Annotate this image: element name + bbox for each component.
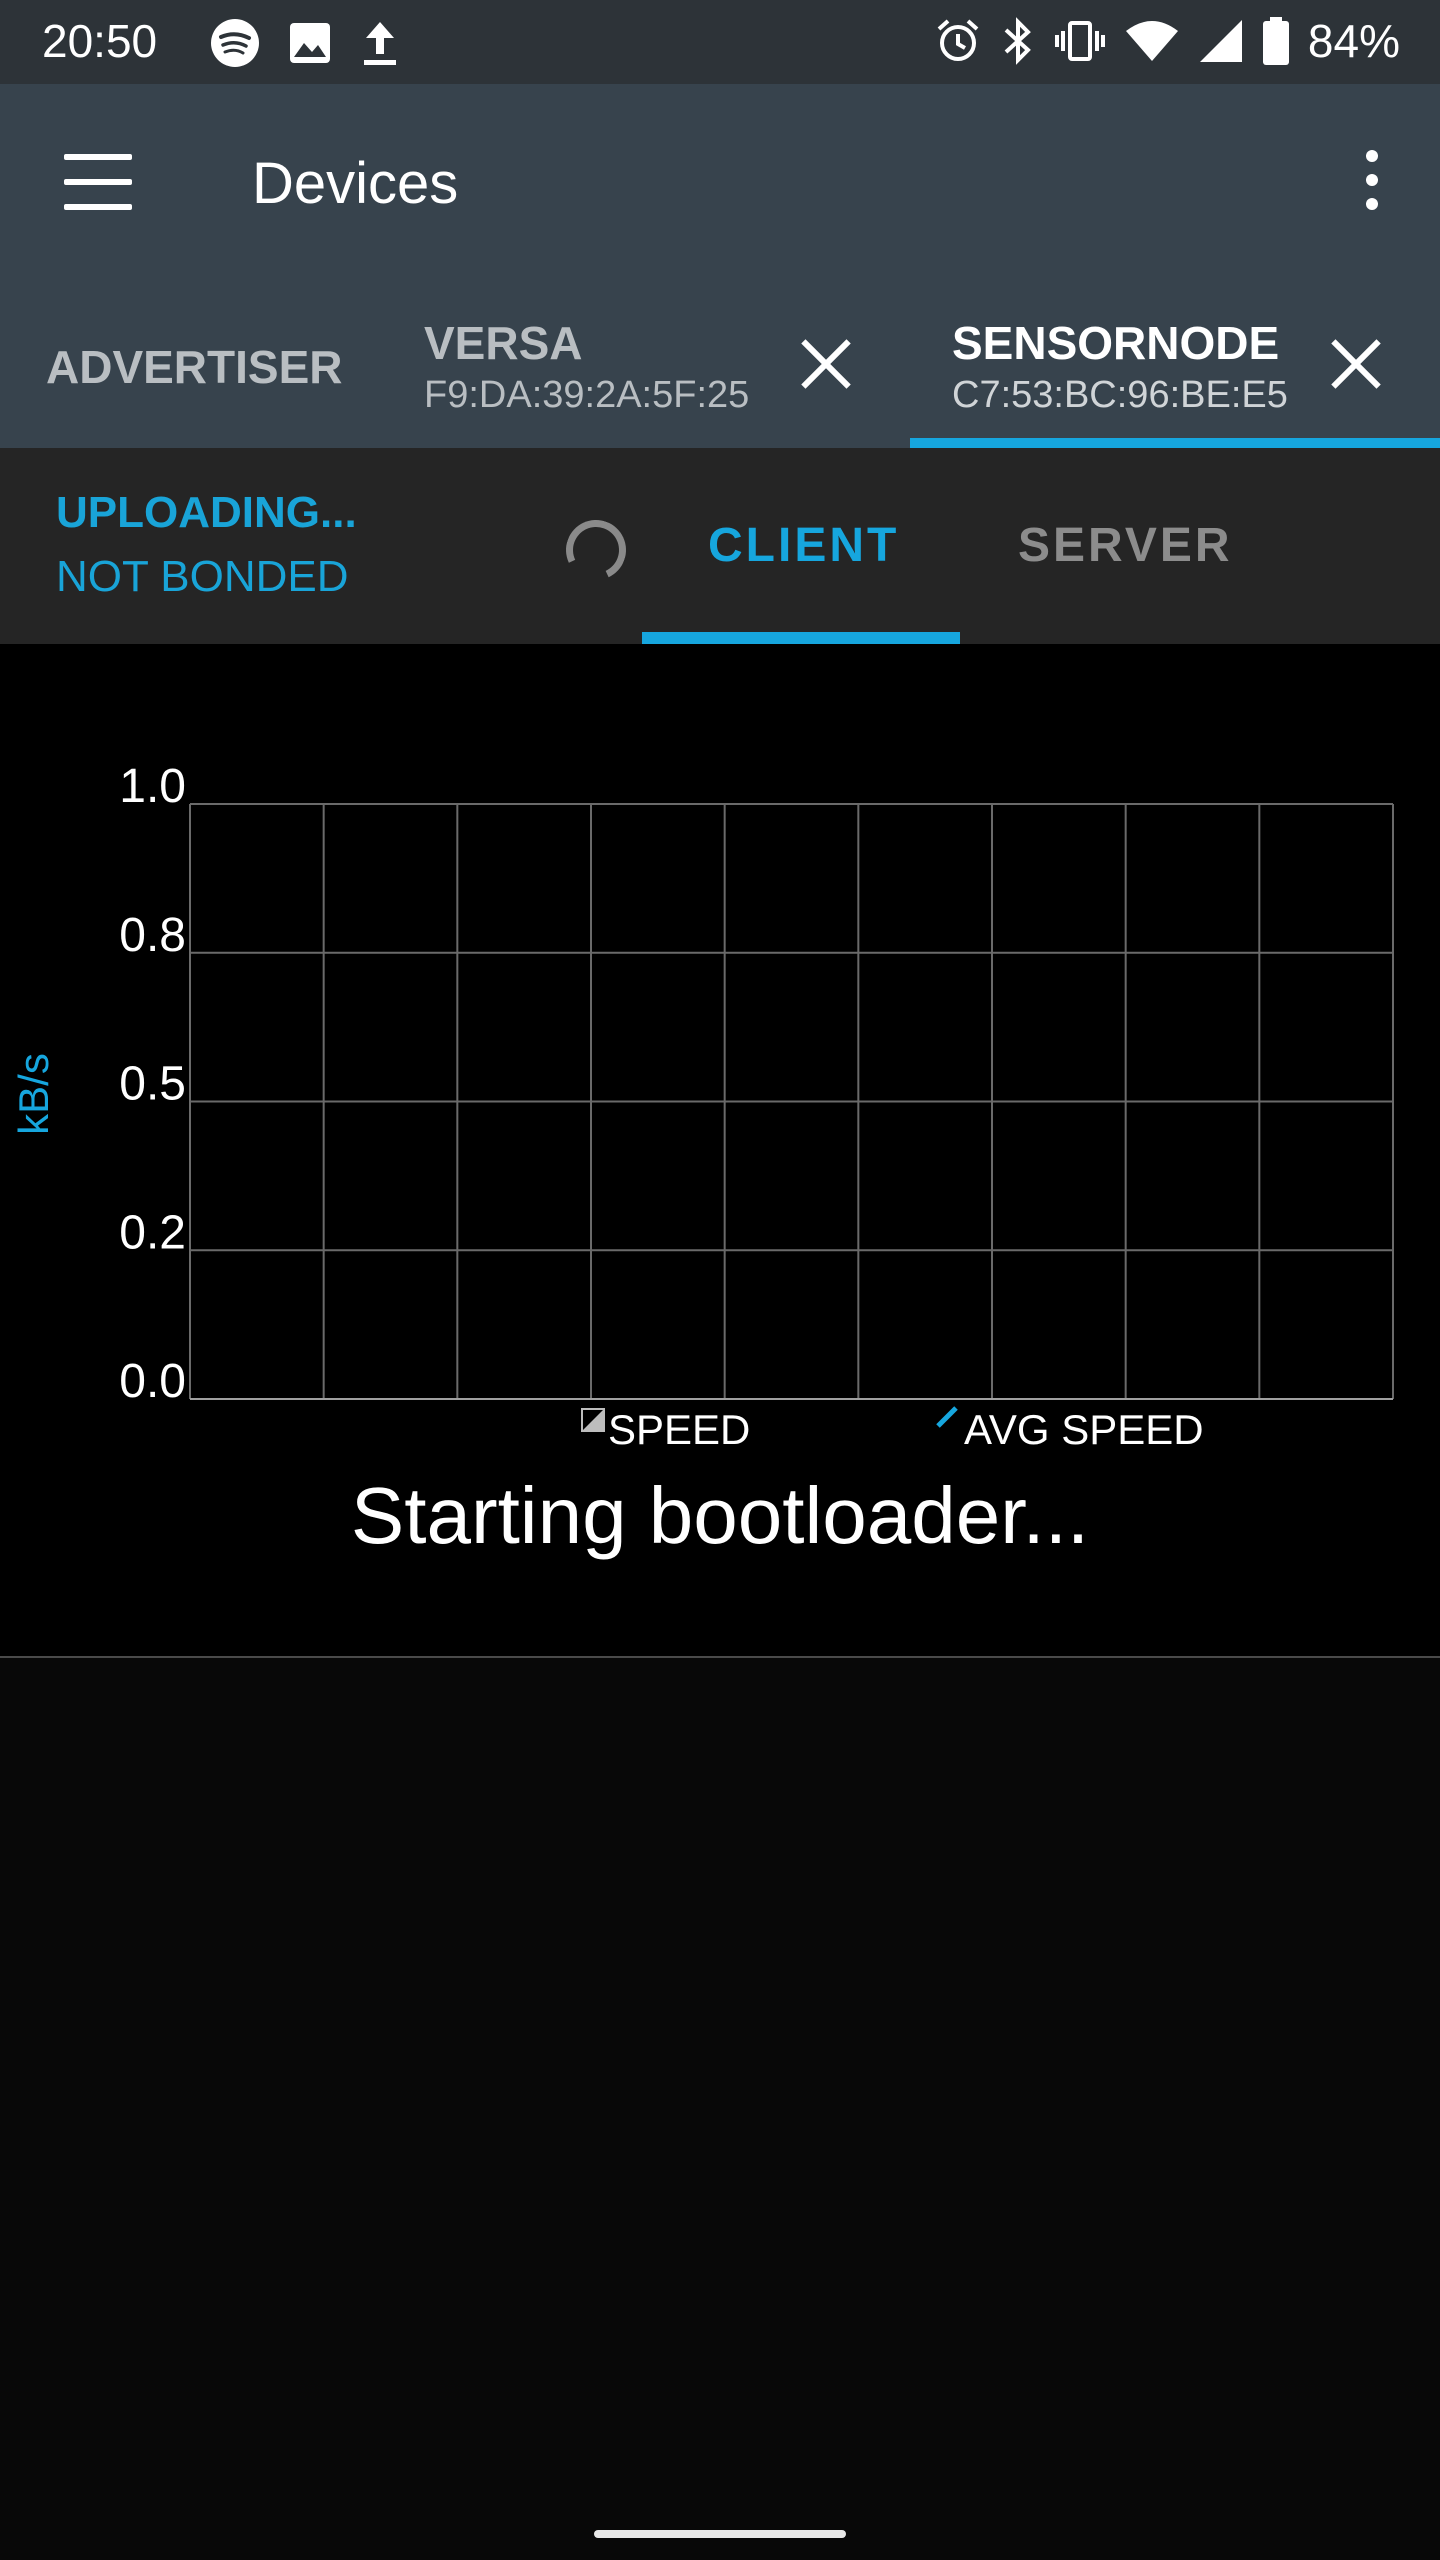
spotify-icon [211,19,259,67]
tab-sensornode-name: SENSORNODE [952,317,1280,369]
legend-speed-swatch [582,1409,604,1431]
status-time: 20:50 [42,15,158,67]
empty-area [0,1658,1440,2508]
app-toolbar: Devices [0,84,1440,280]
bond-state: NOT BONDED [56,552,349,601]
wifi-icon [1125,21,1178,61]
selected-subtab-indicator [642,632,960,644]
tab-versa-mac: F9:DA:39:2A:5F:25 [424,374,750,416]
tab-client[interactable]: CLIENT [708,518,899,573]
bluetooth-icon [1004,17,1031,65]
connection-state: UPLOADING... [56,488,357,537]
close-sensornode-icon[interactable] [1330,338,1382,390]
close-versa-icon[interactable] [800,338,852,390]
device-tab-bar: ADVERTISER VERSA F9:DA:39:2A:5F:25 SENSO… [0,280,1440,448]
menu-icon[interactable] [64,154,132,210]
gesture-nav-handle[interactable] [594,2530,846,2538]
tab-advertiser[interactable]: ADVERTISER [0,280,400,448]
y-tick-label: 0.5 [119,1058,186,1111]
y-tick-label: 0.0 [119,1355,186,1408]
tab-sensornode-mac: C7:53:BC:96:BE:E5 [952,374,1288,416]
tab-server[interactable]: SERVER [1018,518,1233,573]
battery-percent: 84% [1307,15,1400,67]
speed-chart: 0.0 0.2 0.5 0.8 1.0 kB/s SPEED AVG SPEED [10,760,1394,1453]
loading-spinner-icon [557,511,635,589]
legend-speed-label: SPEED [608,1406,750,1453]
image-icon [290,23,330,63]
alarm-icon [937,19,979,61]
upload-icon [364,22,396,65]
connection-bar: UPLOADING... NOT BONDED CLIENT SERVER [0,448,1440,644]
legend-avg-speed-label: AVG SPEED [964,1406,1204,1453]
tab-versa-name: VERSA [424,317,583,369]
more-options-icon[interactable] [1364,150,1380,210]
notification-icons [210,18,400,68]
selected-device-indicator [910,438,1440,448]
signal-icon [1199,20,1242,62]
tab-advertiser-label: ADVERTISER [46,341,343,393]
y-tick-label: 0.2 [119,1206,186,1259]
tab-sensornode[interactable]: SENSORNODE C7:53:BC:96:BE:E5 [910,280,1440,448]
vibrate-icon [1054,21,1105,61]
page-title: Devices [252,151,459,216]
y-axis-label: kB/s [10,1053,57,1135]
tab-versa[interactable]: VERSA F9:DA:39:2A:5F:25 [400,280,910,448]
y-tick-label: 1.0 [119,760,186,813]
battery-icon [1262,17,1289,65]
y-tick-label: 0.8 [119,909,186,962]
status-bar: 20:50 84% [0,0,1440,84]
system-icons: 84% [934,14,1400,68]
legend-avg-speed-swatch [936,1406,958,1428]
progress-message: Starting bootloader... [350,1471,1090,1560]
